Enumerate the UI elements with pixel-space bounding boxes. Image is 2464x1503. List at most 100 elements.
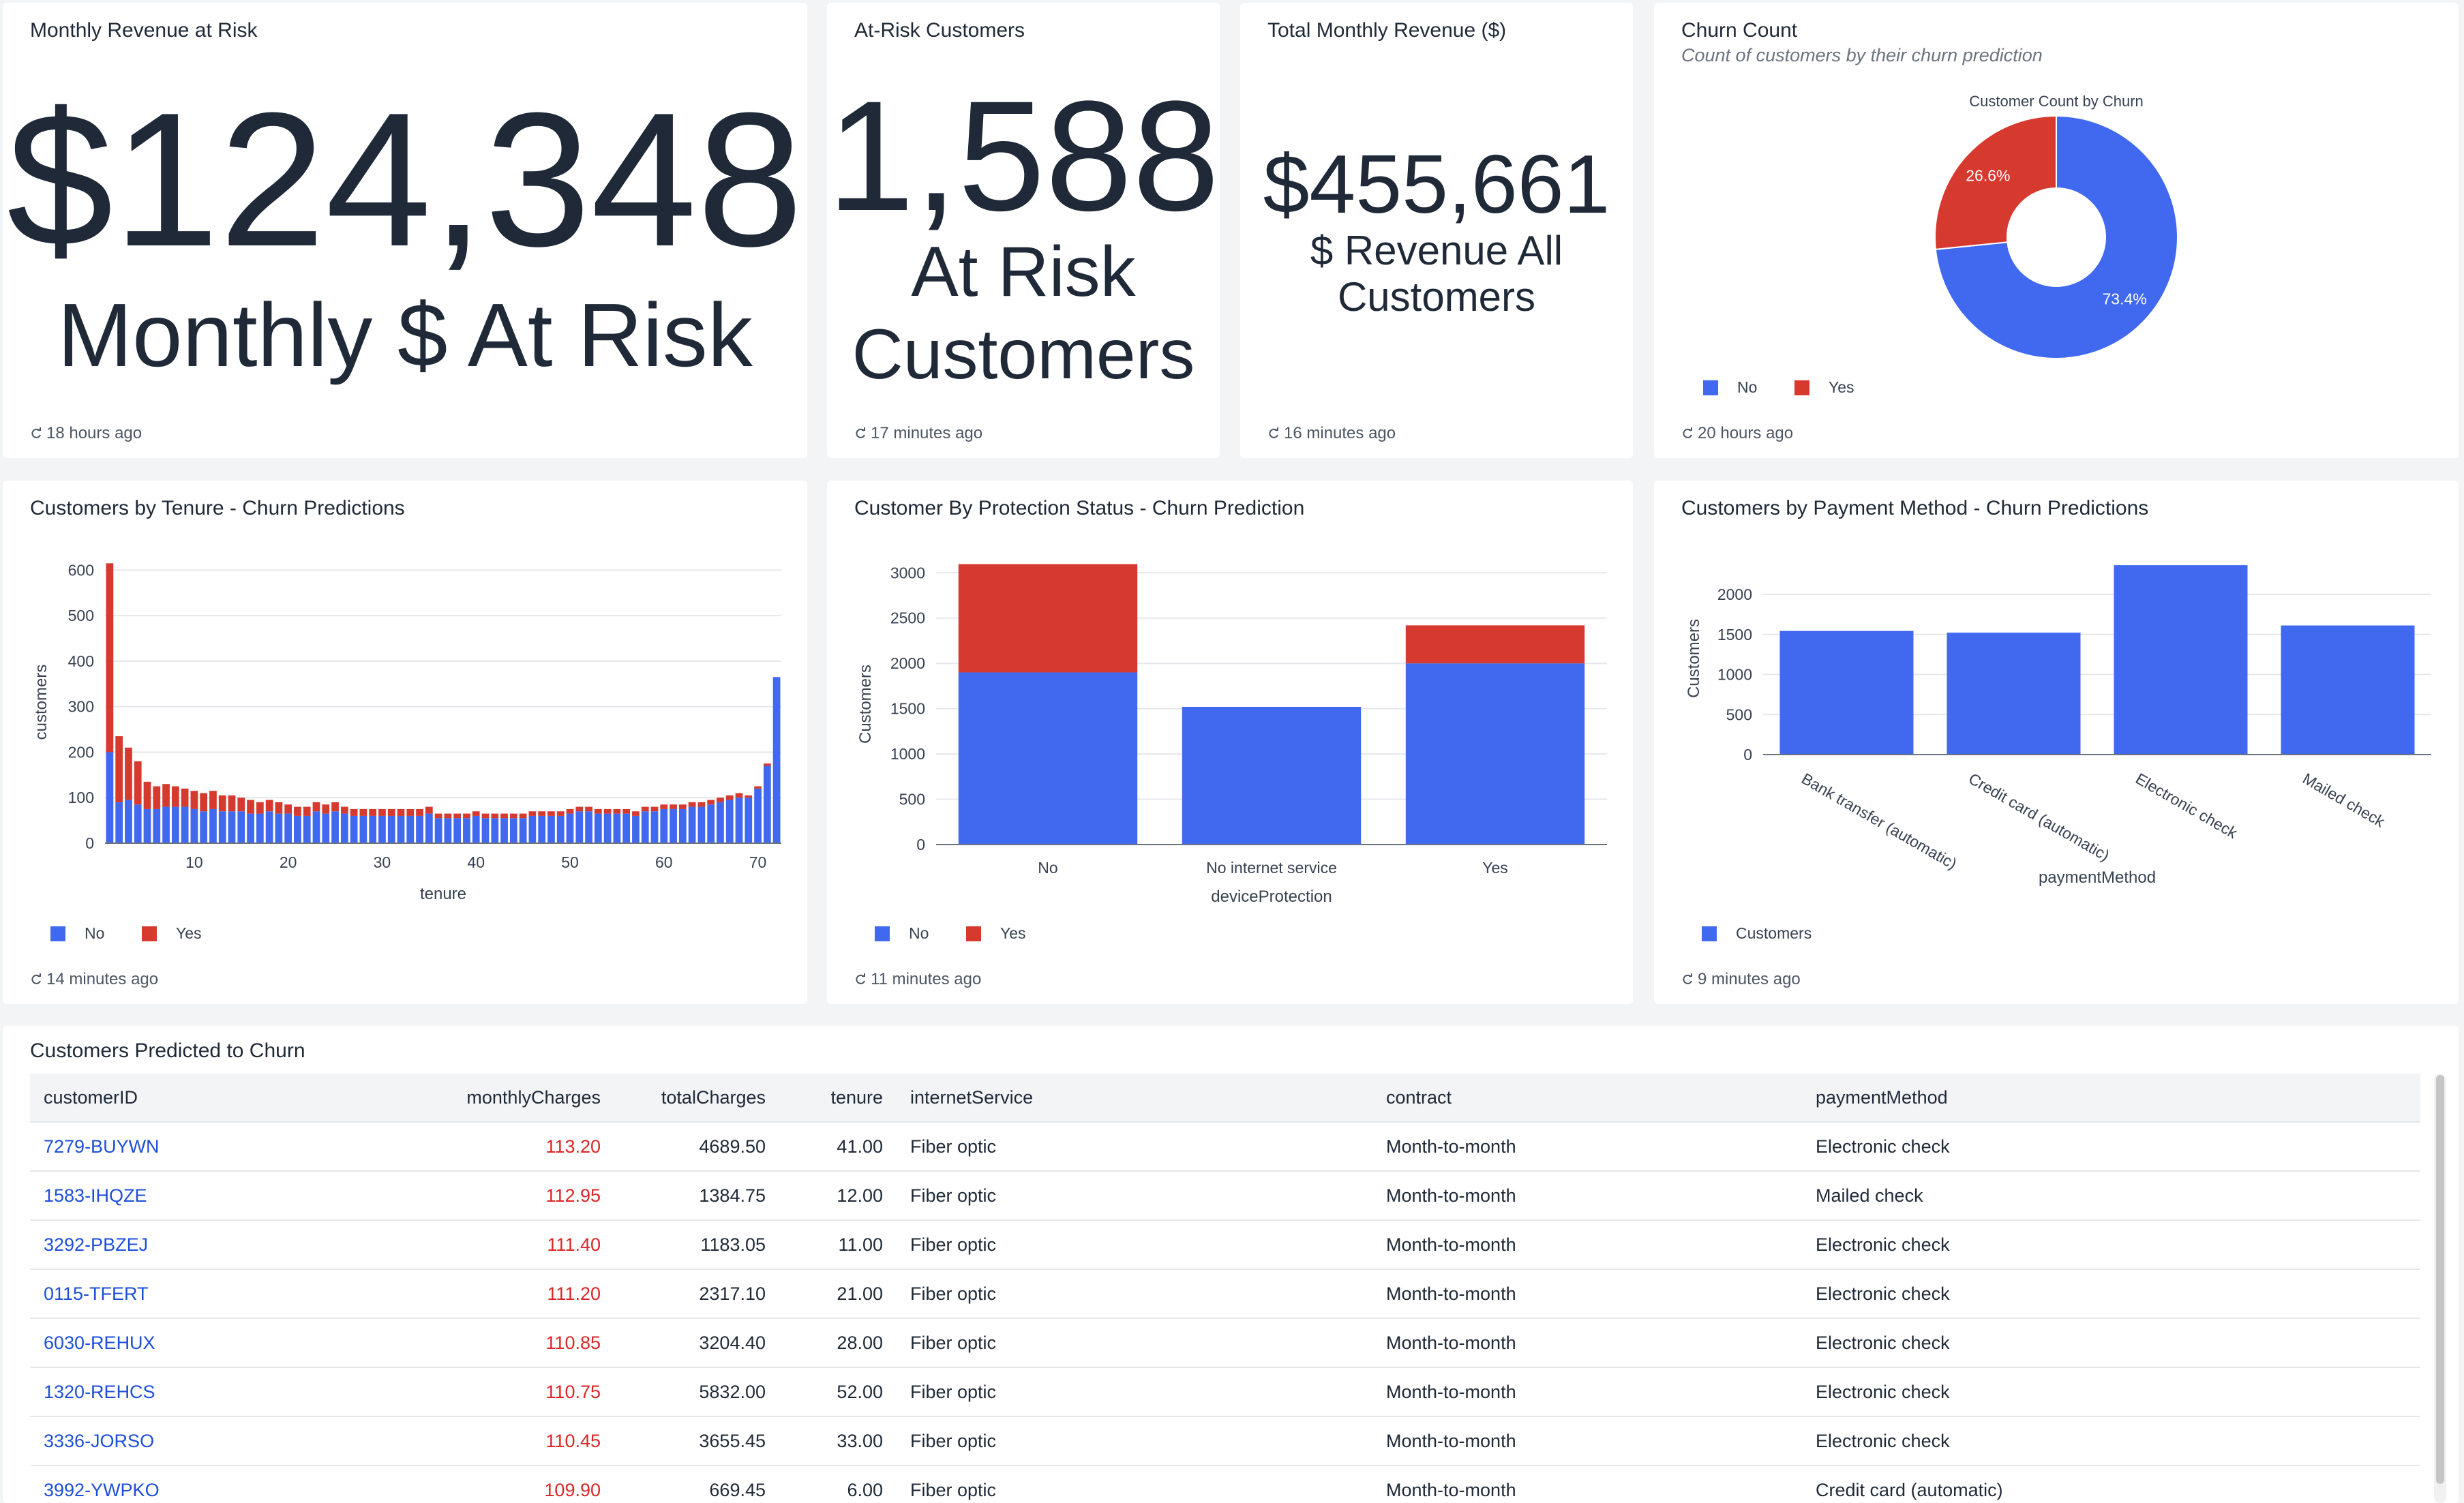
customer-id-link[interactable]: 6030-REHUX	[44, 1333, 155, 1353]
table-cell-customerid[interactable]: 3336-JORSO	[30, 1416, 422, 1466]
y-tick-label: 400	[68, 652, 94, 670]
bar-no	[265, 811, 273, 843]
y-tick-label: 1500	[1717, 626, 1752, 643]
x-tick-label: 40	[467, 853, 485, 871]
customer-id-link[interactable]: 3336-JORSO	[44, 1431, 154, 1451]
bar-yes	[181, 788, 189, 807]
last-updated: 20 hours ago	[1698, 424, 1794, 442]
last-updated: 9 minutes ago	[1698, 970, 1801, 988]
legend-label: No	[1737, 378, 1757, 396]
customer-id-link[interactable]: 0115-TFERT	[44, 1284, 149, 1304]
payment-chart-card: Customers by Payment Method - Churn Pred…	[1654, 481, 2459, 1004]
bar-no	[660, 808, 668, 843]
bar-yes	[707, 800, 715, 805]
column-header-totalcharges[interactable]: totalCharges	[614, 1074, 779, 1123]
table-cell-customerid[interactable]: 3292-PBZEJ	[30, 1220, 422, 1270]
bar-no	[463, 818, 470, 843]
scrollbar-thumb[interactable]	[2436, 1075, 2444, 1484]
bar-no	[650, 811, 659, 843]
bar-yes	[547, 811, 555, 816]
bar-no	[547, 815, 555, 843]
x-tick-label: 30	[374, 853, 391, 871]
table-cell-internetservice: Fiber optic	[897, 1466, 1372, 1503]
y-tick-label: 0	[85, 834, 94, 852]
x-axis-title: paymentMethod	[2039, 868, 2156, 887]
y-tick-label: 1000	[1717, 666, 1752, 684]
bar-yes	[359, 808, 367, 816]
card-title: Total Monthly Revenue ($)	[1267, 19, 1507, 42]
bar-yes	[200, 793, 208, 812]
y-tick-label: 300	[68, 698, 94, 716]
table-cell-customerid[interactable]: 0115-TFERT	[30, 1269, 422, 1319]
refresh-icon	[854, 973, 867, 986]
bar-yes	[340, 806, 348, 814]
bar-no	[171, 806, 179, 843]
table-cell-customerid[interactable]: 1320-REHCS	[30, 1367, 422, 1417]
bar-yes	[697, 802, 706, 807]
bar-yes	[237, 798, 245, 812]
table-cell-tenure: 52.00	[779, 1367, 897, 1417]
bar-no	[491, 818, 499, 843]
bar-yes	[115, 736, 123, 802]
table-cell-monthlycharges: 112.95	[422, 1171, 614, 1221]
legend-swatch	[966, 926, 981, 941]
bar-yes	[143, 781, 151, 809]
total-revenue-card: Total Monthly Revenue ($) $455,661 $ Rev…	[1240, 3, 1633, 458]
table-cell-tenure: 33.00	[779, 1416, 897, 1466]
table-cell-contract: Month-to-month	[1372, 1220, 1802, 1270]
y-axis-title: Customers	[856, 665, 875, 744]
x-tick-label: 20	[280, 853, 297, 871]
table-cell-customerid[interactable]: 6030-REHUX	[30, 1318, 422, 1368]
bar-no	[115, 802, 123, 843]
churn-count-card: Churn Count Count of customers by their …	[1654, 3, 2459, 458]
table-scrollbar[interactable]	[2434, 1074, 2446, 1503]
column-header-tenure[interactable]: tenure	[779, 1074, 897, 1123]
bar-no	[350, 815, 358, 843]
bar-no	[218, 811, 226, 843]
legend-label: Yes	[1000, 924, 1026, 942]
label-line: Customers	[1337, 274, 1536, 320]
bar-yes	[660, 804, 668, 809]
bar-no	[209, 808, 217, 843]
card-title: Customers Predicted to Churn	[30, 1039, 305, 1062]
table-cell-tenure: 28.00	[779, 1318, 897, 1368]
column-header-monthlycharges[interactable]: monthlyCharges	[422, 1074, 614, 1123]
bar-yes	[472, 811, 480, 816]
refresh-icon	[30, 427, 42, 440]
column-header-customerid[interactable]: customerID	[30, 1074, 422, 1123]
column-header-contract[interactable]: contract	[1372, 1074, 1802, 1123]
x-tick-label: Credit card (automatic)	[1966, 770, 2113, 864]
legend-label: No	[85, 924, 104, 942]
bar-no	[717, 802, 724, 843]
bar-yes	[491, 813, 499, 819]
x-axis-title: deviceProtection	[1211, 887, 1332, 906]
bar-yes	[312, 802, 320, 812]
bar-no	[294, 815, 301, 843]
legend-swatch	[1703, 380, 1718, 395]
customer-id-link[interactable]: 7279-BUYWN	[44, 1136, 160, 1157]
bar-yes	[538, 811, 546, 816]
bar-yes	[594, 808, 602, 814]
bar-no	[453, 818, 462, 843]
column-header-internetservice[interactable]: internetService	[897, 1074, 1372, 1123]
bar-no	[312, 811, 320, 843]
last-updated: 18 hours ago	[46, 424, 142, 442]
table-header-row: customerID monthlyCharges totalCharges tenu…	[30, 1074, 2420, 1123]
table-cell-customerid[interactable]: 3992-YWPKO	[30, 1466, 422, 1503]
x-tick-label: No internet service	[1206, 859, 1337, 877]
column-header-paymentmethod[interactable]: paymentMethod	[1802, 1074, 2420, 1123]
bar-yes	[106, 563, 114, 753]
customer-id-link[interactable]: 1583-IHQZE	[44, 1185, 147, 1206]
table-cell-customerid[interactable]: 1583-IHQZE	[30, 1171, 422, 1221]
bar-no	[519, 818, 527, 843]
bar-yes	[125, 747, 132, 800]
customer-id-link[interactable]: 3992-YWPKO	[44, 1480, 160, 1500]
customer-id-link[interactable]: 1320-REHCS	[44, 1382, 155, 1402]
customer-id-link[interactable]: 3292-PBZEJ	[44, 1234, 148, 1255]
bar-yes	[265, 800, 273, 812]
table-cell-customerid[interactable]: 7279-BUYWN	[30, 1122, 422, 1172]
table-cell-paymentmethod: Electronic check	[1802, 1269, 2420, 1319]
table-row: 6030-REHUX 110.85 3204.40 28.00 Fiber optic M…	[30, 1318, 2420, 1368]
bar-yes	[528, 811, 537, 816]
bar-yes	[500, 813, 508, 819]
